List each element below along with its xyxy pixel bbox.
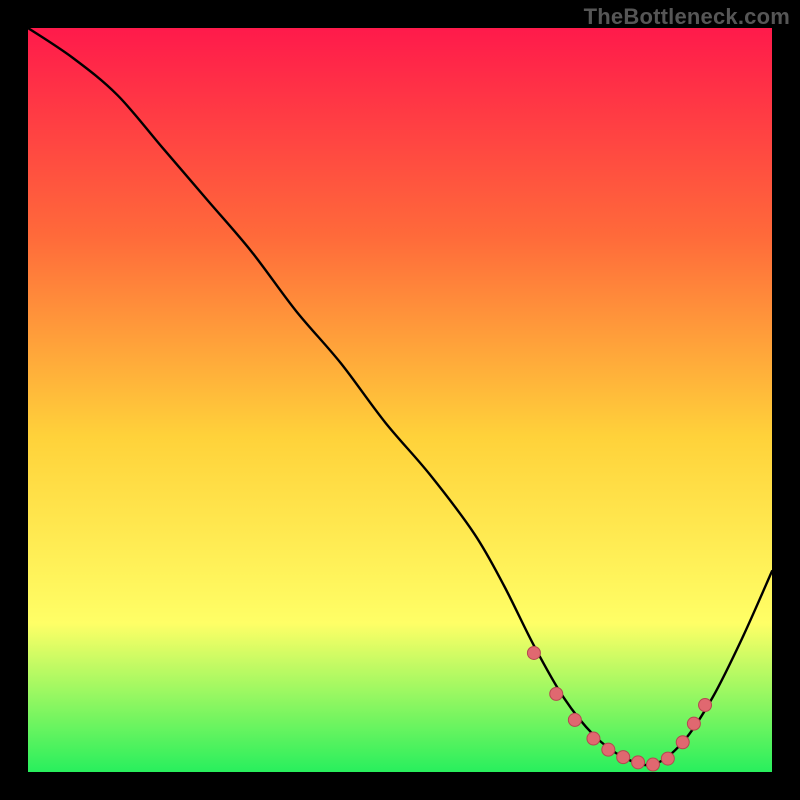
trough-marker [568,713,581,726]
trough-marker [687,717,700,730]
trough-marker [587,732,600,745]
watermark-text: TheBottleneck.com [584,4,790,30]
trough-marker [602,743,615,756]
trough-marker [699,699,712,712]
trough-marker [550,687,563,700]
plot-background [28,28,772,772]
trough-marker [661,752,674,765]
trough-marker [676,736,689,749]
trough-marker [646,758,659,771]
trough-marker [617,751,630,764]
bottleneck-chart [0,0,800,800]
trough-marker [527,646,540,659]
chart-stage: TheBottleneck.com [0,0,800,800]
trough-marker [632,756,645,769]
